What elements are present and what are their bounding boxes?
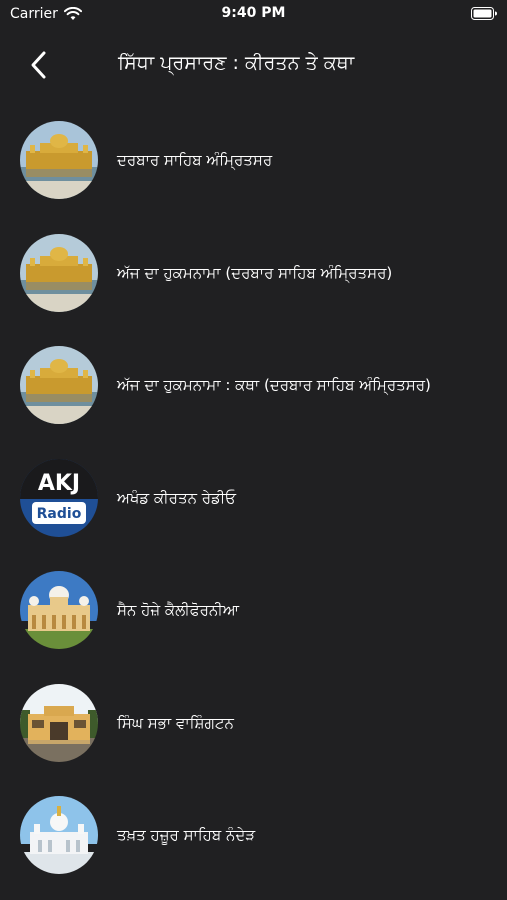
akj-logo-radio-text: Radio (37, 506, 82, 522)
channel-item-darbar-sahib[interactable]: ਦਰਬਾਰ ਸਾਹਿਬ ਅੰਮ੍ਰਿਤਸਰ (0, 104, 507, 217)
channel-item-hukamnama-katha[interactable]: ਅੱਜ ਦਾ ਹੁਕਮਨਾਮਾ : ਕਥਾ (ਦਰਬਾਰ ਸਾਹਿਬ ਅੰਮ੍ਰ… (0, 329, 507, 442)
golden-temple-thumbnail (20, 121, 98, 200)
channel-item-hukamnama[interactable]: ਅੱਜ ਦਾ ਹੁਕਮਨਾਮਾ (ਦਰਬਾਰ ਸਾਹਿਬ ਅੰਮ੍ਰਿਤਸਰ) (0, 217, 507, 330)
akj-logo-text: AKJ (38, 471, 80, 496)
golden-temple-thumbnail (20, 233, 98, 312)
channel-label: ਦਰਬਾਰ ਸਾਹਿਬ ਅੰਮ੍ਰਿਤਸਰ (117, 151, 273, 170)
channel-label: ਅੱਜ ਦਾ ਹੁਕਮਨਾਮਾ (ਦਰਬਾਰ ਸਾਹਿਬ ਅੰਮ੍ਰਿਤਸਰ) (117, 263, 393, 282)
channel-item-hazur-sahib[interactable]: ਤਖ਼ਤ ਹਜ਼ੂਰ ਸਾਹਿਬ ਨੰਦੇੜ (0, 779, 507, 892)
channel-item-san-jose[interactable]: ਸੈਨ ਹੋਜ਼ੇ ਕੈਲੀਫੋਰਨੀਆ (0, 554, 507, 667)
battery-icon (471, 7, 497, 20)
channel-label: ਅੱਜ ਦਾ ਹੁਕਮਨਾਮਾ : ਕਥਾ (ਦਰਬਾਰ ਸਾਹਿਬ ਅੰਮ੍ਰ… (117, 376, 431, 395)
hazur-sahib-thumbnail (20, 796, 98, 875)
channel-label: ਸੈਨ ਹੋਜ਼ੇ ਕੈਲੀਫੋਰਨੀਆ (117, 601, 240, 620)
back-button[interactable] (22, 48, 56, 82)
golden-temple-thumbnail (20, 346, 98, 425)
channel-item-washington[interactable]: ਸਿੰਘ ਸਭਾ ਵਾਸ਼ਿੰਗਟਨ (0, 667, 507, 780)
chevron-left-icon (31, 51, 46, 79)
channel-label: ਸਿੰਘ ਸਭਾ ਵਾਸ਼ਿੰਗਟਨ (117, 713, 234, 732)
akj-radio-logo: AKJ Radio (20, 458, 98, 537)
channel-list: ਦਰਬਾਰ ਸਾਹਿਬ ਅੰਮ੍ਰਿਤਸਰ ਅੱਜ ਦਾ ਹੁਕਮਨਾਮਾ (ਦ… (0, 104, 507, 892)
washington-gurdwara-thumbnail (20, 683, 98, 762)
nav-bar: ਸਿੱਧਾ ਪ੍ਰਸਾਰਣ : ਕੀਰਤਨ ਤੇ ਕਥਾ (0, 40, 507, 90)
clock: 9:40 PM (221, 5, 286, 21)
channel-label: ਤਖ਼ਤ ਹਜ਼ੂਰ ਸਾਹਿਬ ਨੰਦੇੜ (117, 826, 256, 845)
channel-label: ਅਖੰਡ ਕੀਰਤਨ ਰੇਡੀਓ (117, 488, 237, 507)
channel-item-akj-radio[interactable]: AKJ Radio ਅਖੰਡ ਕੀਰਤਨ ਰੇਡੀਓ (0, 442, 507, 555)
san-jose-gurdwara-thumbnail (20, 571, 98, 650)
status-bar: Carrier 9:40 PM (0, 0, 507, 28)
page-title: ਸਿੱਧਾ ਪ੍ਰਸਾਰਣ : ਕੀਰਤਨ ਤੇ ਕਥਾ (118, 52, 355, 74)
screen: Carrier 9:40 PM ਸਿੱਧਾ ਪ੍ਰਸਾਰਣ : ਕੀਰਤਨ ਤੇ… (0, 0, 507, 900)
